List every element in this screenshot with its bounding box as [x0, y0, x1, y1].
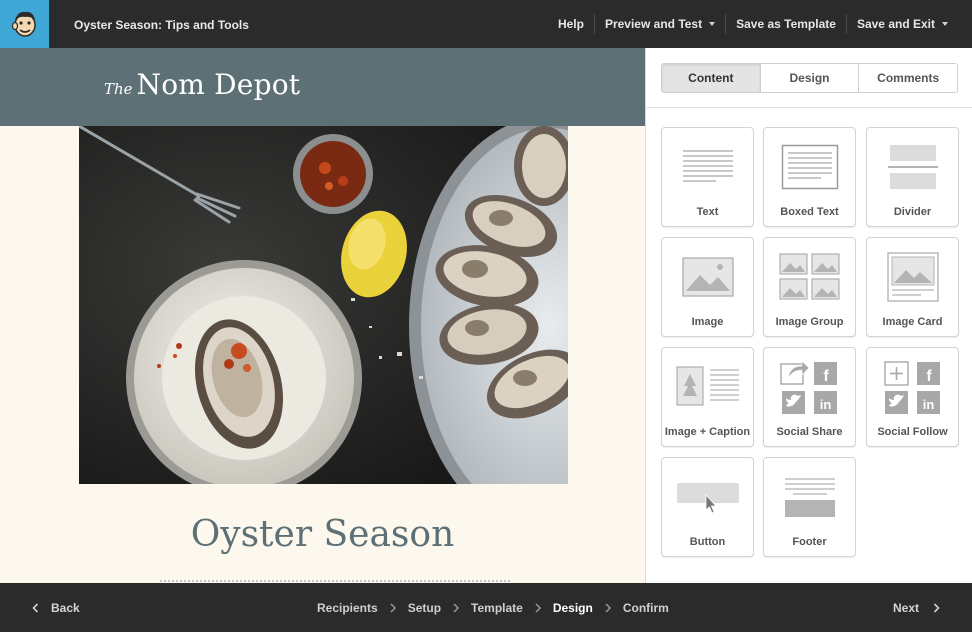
block-label: Social Follow [877, 426, 948, 438]
block-label: Image Card [882, 316, 943, 328]
email-header[interactable]: The Nom Depot [0, 48, 645, 126]
tab-content[interactable]: Content [662, 64, 760, 92]
social-follow-block-icon: f in [867, 358, 958, 416]
save-and-exit-label: Save and Exit [856, 17, 935, 31]
svg-text:in: in [819, 397, 831, 412]
chevron-right-icon [389, 602, 397, 614]
brand-name: Nom Depot [136, 68, 301, 101]
social-share-block-icon: f in [764, 358, 855, 416]
chevron-right-icon [452, 602, 460, 614]
chevron-down-icon [942, 22, 948, 26]
tab-comments[interactable]: Comments [858, 64, 957, 92]
boxed-text-block-icon [764, 138, 855, 196]
image-card-block[interactable]: Image Card [866, 237, 959, 337]
block-label: Text [696, 206, 719, 218]
panel-tabs: Content Design Comments [661, 63, 958, 93]
block-label: Image [691, 316, 724, 328]
divider-block[interactable]: Divider [866, 127, 959, 227]
chevron-right-icon [933, 602, 940, 613]
text-block-icon [662, 138, 753, 196]
mailchimp-logo-icon[interactable] [0, 0, 49, 48]
step-confirm[interactable]: Confirm [623, 601, 669, 615]
chevron-down-icon [709, 22, 716, 26]
email-heading[interactable]: Oyster Season [0, 514, 645, 555]
block-label: Social Share [776, 426, 843, 438]
image-block-icon [662, 248, 753, 306]
divider-block-icon [867, 138, 958, 196]
top-nav: Help Preview and Test Save as Template S… [548, 0, 972, 48]
footer-block[interactable]: Footer [763, 457, 856, 557]
block-label: Image + Caption [664, 426, 751, 438]
image-caption-block-icon [662, 358, 753, 416]
button-block[interactable]: Button [661, 457, 754, 557]
svg-text:f: f [823, 368, 829, 385]
svg-text:f: f [926, 368, 932, 385]
email-preview[interactable]: The Nom Depot Oyster Season [0, 48, 645, 583]
image-block[interactable]: Image [661, 237, 754, 337]
block-label: Divider [893, 206, 932, 218]
wizard-steps: Recipients Setup Template Design Confirm [317, 583, 669, 632]
save-as-template-button[interactable]: Save as Template [726, 14, 846, 34]
chevron-right-icon [534, 602, 542, 614]
step-recipients[interactable]: Recipients [317, 601, 378, 615]
block-label: Boxed Text [780, 206, 839, 218]
back-label: Back [51, 600, 80, 615]
block-label: Button [689, 536, 726, 548]
tab-design[interactable]: Design [759, 64, 859, 92]
save-and-exit-menu[interactable]: Save and Exit [847, 14, 972, 34]
content-panel: Content Design Comments Text Boxed Text … [645, 48, 972, 583]
back-button[interactable]: Back [30, 583, 80, 632]
next-label: Next [892, 600, 919, 615]
button-block-icon [662, 468, 753, 526]
image-group-block[interactable]: Image Group [763, 237, 856, 337]
social-share-block[interactable]: f in Social Share [763, 347, 856, 447]
brand-logo: The Nom Depot [104, 68, 300, 101]
svg-text:in: in [922, 397, 934, 412]
chevron-left-icon [32, 602, 39, 613]
boxed-text-block[interactable]: Boxed Text [763, 127, 856, 227]
preview-and-test-label: Preview and Test [604, 17, 703, 31]
text-block[interactable]: Text [661, 127, 754, 227]
hero-image[interactable] [79, 126, 568, 484]
image-card-block-icon [867, 248, 958, 306]
footer-block-icon [764, 468, 855, 526]
social-follow-block[interactable]: f in Social Follow [866, 347, 959, 447]
top-bar: Oyster Season: Tips and Tools Help Previ… [0, 0, 972, 48]
panel-divider [646, 107, 972, 108]
step-setup[interactable]: Setup [408, 601, 441, 615]
bottom-bar: Back Recipients Setup Template Design Co… [0, 583, 972, 632]
image-caption-block[interactable]: Image + Caption [661, 347, 754, 447]
preview-and-test-menu[interactable]: Preview and Test [595, 14, 725, 34]
brand-prefix: The [104, 80, 133, 98]
campaign-title: Oyster Season: Tips and Tools [74, 18, 249, 32]
block-label: Footer [792, 536, 827, 548]
image-group-block-icon [764, 248, 855, 306]
next-button[interactable]: Next [893, 583, 942, 632]
step-template[interactable]: Template [471, 601, 523, 615]
step-design[interactable]: Design [553, 601, 593, 615]
block-label: Image Group [775, 316, 844, 328]
chevron-right-icon [604, 602, 612, 614]
help-link[interactable]: Help [548, 14, 594, 34]
